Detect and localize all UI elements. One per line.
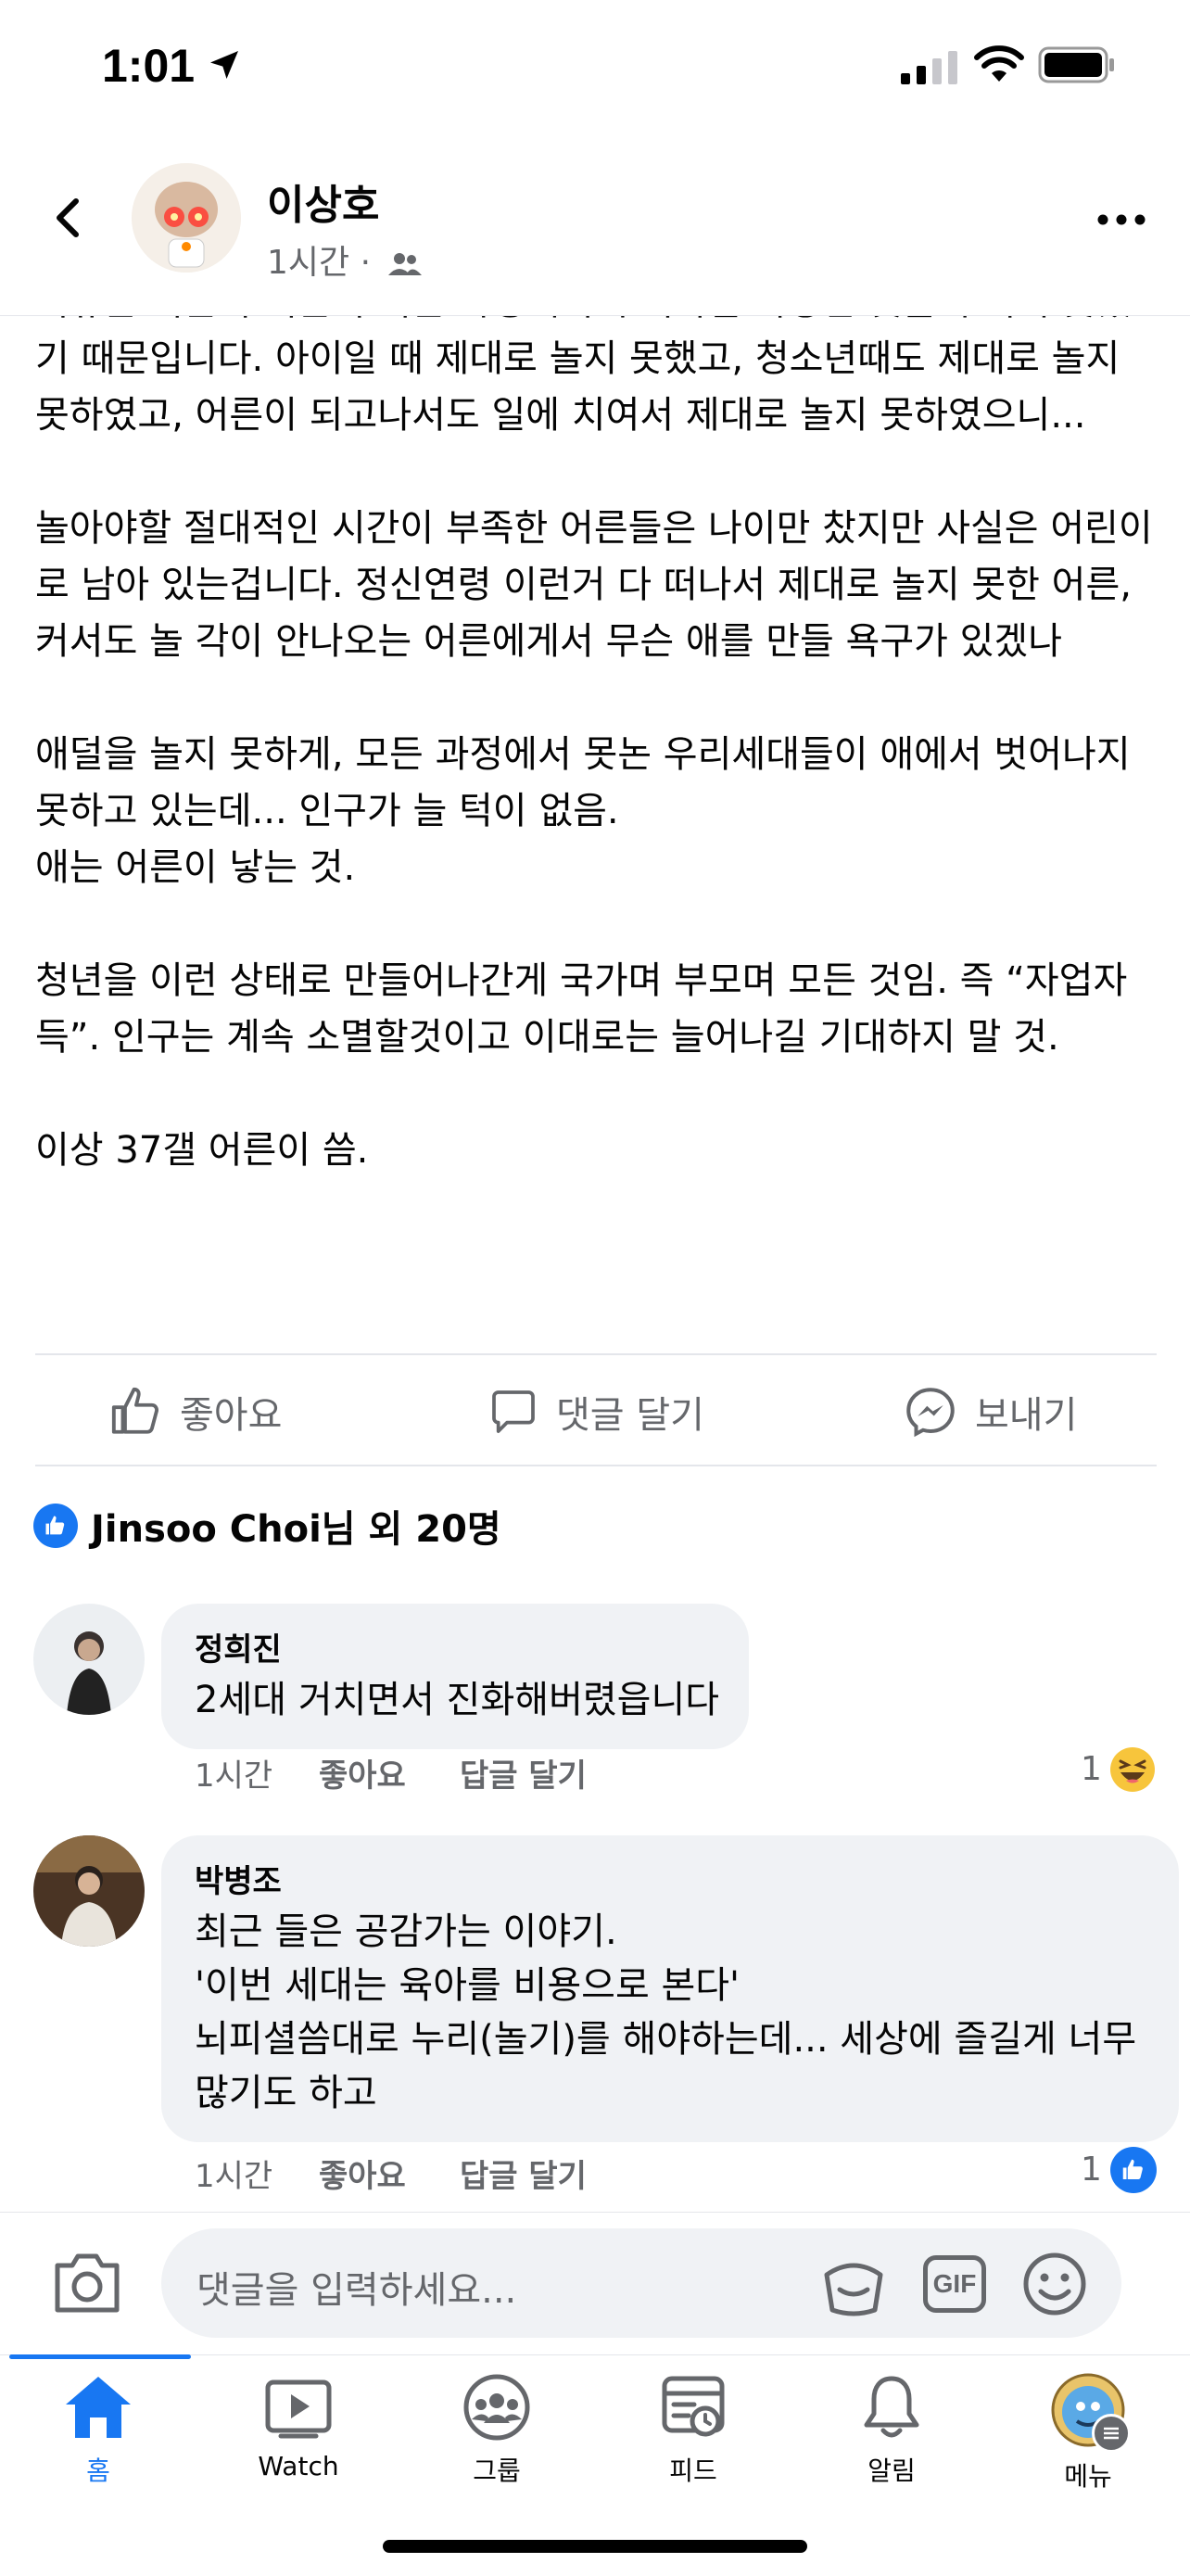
commenter-name[interactable]: 정희진 (195, 1624, 719, 1669)
like-label: 좋아요 (180, 1394, 283, 1437)
tab-label: 피드 (669, 2455, 717, 2486)
menu-hamburger-icon (1092, 2414, 1131, 2453)
tab-label: 메뉴 (1064, 2461, 1112, 2492)
home-icon (66, 2377, 131, 2438)
reaction-summary[interactable]: Jinsoo Choi님 외 20명 (33, 1499, 501, 1553)
comment-reaction-count: 1 (1081, 1750, 1102, 1788)
emoji-icon[interactable] (1021, 2251, 1088, 2317)
cellular-signal-icon (901, 51, 957, 84)
author-name[interactable]: 이상호 (267, 171, 379, 231)
send-button[interactable]: 보내기 (903, 1379, 1077, 1444)
friends-audience-icon (388, 253, 423, 275)
reaction-summary-text: Jinsoo Choi님 외 20명 (91, 1508, 501, 1551)
bell-icon (864, 2376, 919, 2438)
tab-label: Watch (258, 2451, 339, 2481)
menu-avatar (1051, 2373, 1131, 2453)
status-time: 1:01 (102, 40, 196, 92)
divider (35, 1353, 1157, 1355)
sticker-icon[interactable] (819, 2252, 888, 2317)
groups-icon (463, 2374, 530, 2441)
post-body-viewport: 이유는 어른이 어른이 되는 과정에서 누려야할 다양한 것을 누리지 못했기 … (0, 316, 1190, 1336)
tab-feeds[interactable]: 피드 (619, 2373, 767, 2488)
comment-icon (492, 1390, 535, 1433)
tab-label: 알림 (867, 2455, 916, 2486)
comment-meta: 1시간 좋아요 답글 달기 (0, 1750, 1190, 1796)
like-button[interactable]: 좋아요 (109, 1379, 282, 1444)
commenter-name[interactable]: 박병조 (195, 1856, 1149, 1901)
comment-button[interactable]: 댓글 달기 (487, 1379, 704, 1444)
thumbs-up-icon (111, 1387, 158, 1434)
messenger-icon (906, 1388, 955, 1438)
tab-label: 그룹 (473, 2455, 521, 2486)
commenter-avatar[interactable] (33, 1604, 145, 1715)
post-meta: 1시간 · (267, 235, 424, 284)
comment-time: 1시간 (195, 2158, 273, 2195)
location-arrow-icon (210, 51, 238, 79)
tab-watch[interactable]: Watch (224, 2373, 373, 2481)
like-reaction-icon[interactable] (1110, 2147, 1157, 2193)
comment-bubble[interactable]: 정희진 2세대 거치면서 진화해버렸읍니다 (161, 1604, 750, 1749)
comment-reply-button[interactable]: 답글 달기 (460, 2151, 587, 2196)
comment-bubble[interactable]: 박병조 최근 들은 공감가는 이야기. '이번 세대는 육아를 비용으로 본다'… (161, 1835, 1179, 2142)
camera-icon[interactable] (52, 2249, 122, 2316)
divider (35, 1465, 1157, 1466)
like-reaction-icon (33, 1504, 78, 1548)
comment-reaction-count: 1 (1081, 2151, 1102, 2189)
tab-menu[interactable]: 메뉴 (1014, 2373, 1162, 2494)
comment-like-button[interactable]: 좋아요 (319, 2151, 406, 2196)
comment-text: 최근 들은 공감가는 이야기. '이번 세대는 육아를 비용으로 본다' 뇌피셜… (195, 1910, 1137, 2114)
post-body: 이유는 어른이 어른이 되는 과정에서 누려야할 다양한 것을 누리지 못했기 … (35, 316, 1153, 1172)
comment-label: 댓글 달기 (556, 1394, 704, 1437)
comment-meta: 1시간 좋아요 답글 달기 (0, 2151, 1190, 2197)
tab-label: 홈 (86, 2455, 110, 2486)
back-button[interactable] (41, 190, 96, 246)
home-indicator (383, 2540, 807, 2553)
tab-notifications[interactable]: 알림 (817, 2373, 966, 2488)
comment-reply-button[interactable]: 답글 달기 (460, 1750, 587, 1796)
comment-input-placeholder: 댓글을 입력하세요... (196, 2269, 517, 2312)
comment-time: 1시간 (195, 1758, 273, 1795)
tab-groups[interactable]: 그룹 (423, 2373, 571, 2488)
send-label: 보내기 (975, 1394, 1078, 1437)
battery-icon (1038, 46, 1114, 83)
tab-home[interactable]: 홈 (24, 2373, 172, 2488)
watch-icon (265, 2379, 332, 2439)
active-tab-indicator (9, 2354, 191, 2359)
more-options-icon[interactable] (1094, 206, 1149, 234)
wifi-icon (974, 45, 1024, 82)
haha-reaction-icon[interactable] (1109, 1746, 1156, 1793)
commenter-avatar[interactable] (33, 1835, 145, 1947)
author-avatar[interactable] (132, 163, 241, 273)
gif-button[interactable]: GIF (923, 2255, 986, 2313)
comment-text: 2세대 거치면서 진화해버렸읍니다 (195, 1679, 720, 1721)
comment-like-button[interactable]: 좋아요 (319, 1750, 406, 1796)
feed-icon (662, 2376, 725, 2437)
post-time: 1시간 · (267, 244, 372, 282)
